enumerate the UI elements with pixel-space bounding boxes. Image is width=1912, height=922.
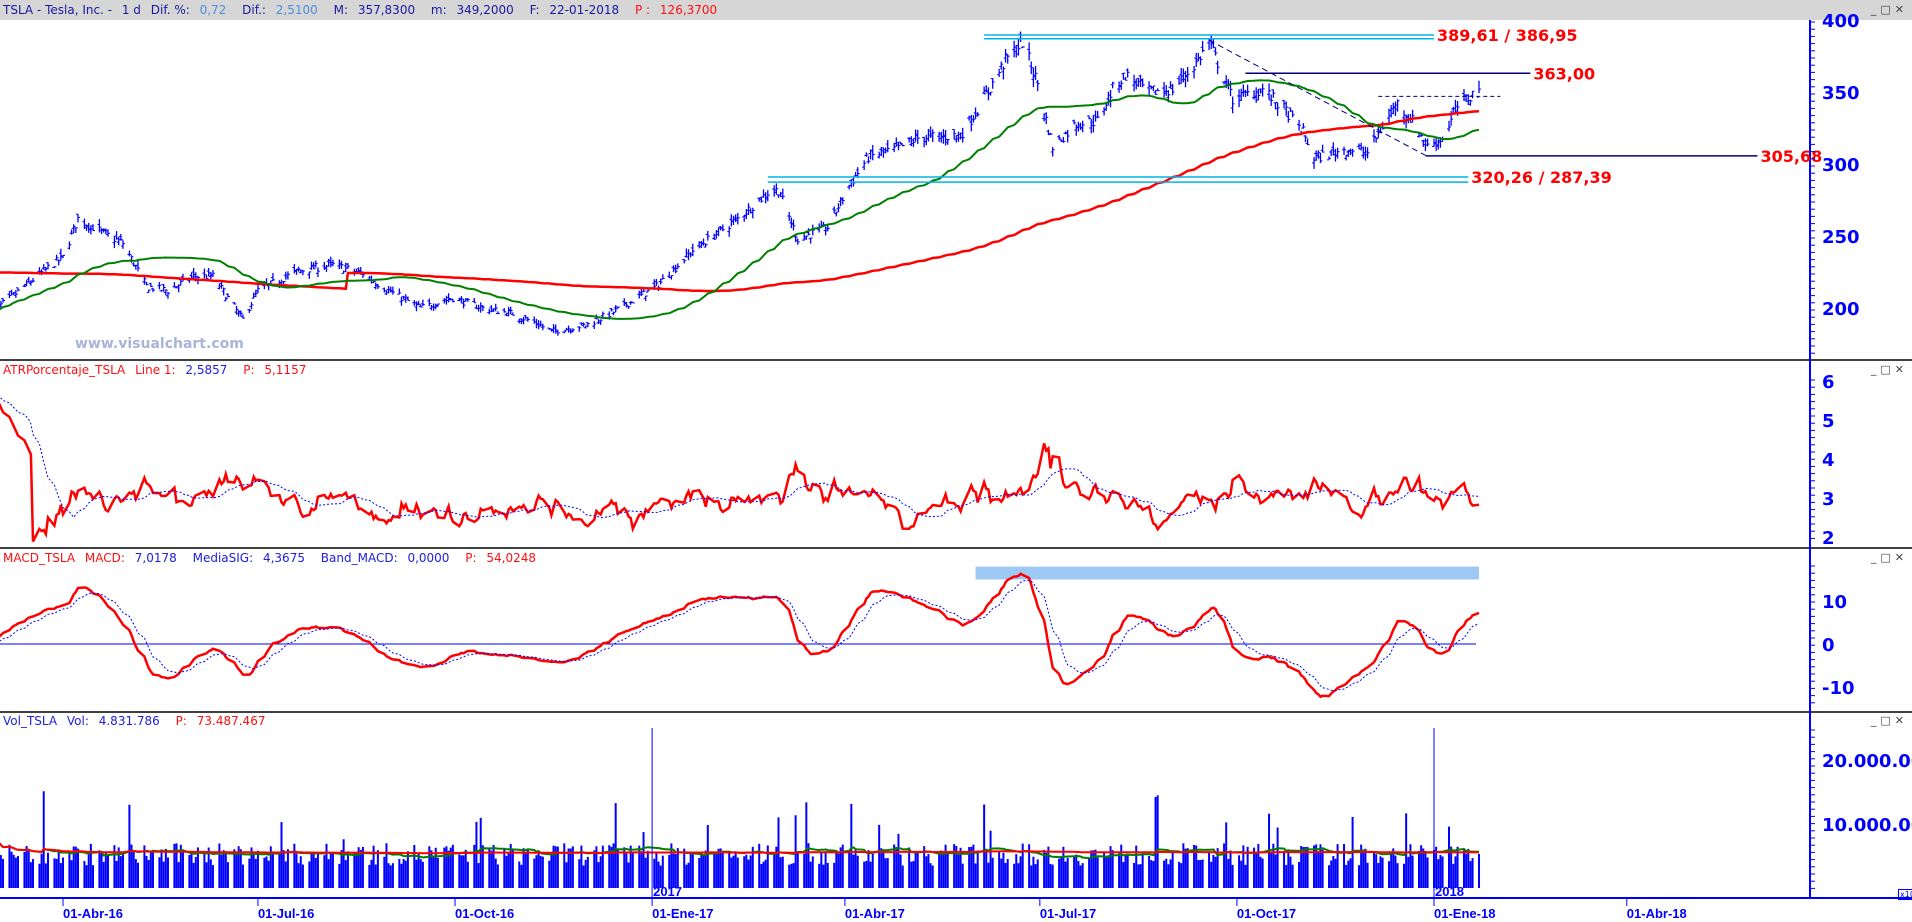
- price-tick-label: 200: [1822, 299, 1860, 320]
- price-tick-label: 400: [1822, 11, 1860, 32]
- sma-200-line: [0, 109, 1480, 293]
- volume-tick-label: 10.000.00: [1822, 815, 1912, 836]
- x-tick-label: 01-Ene-17: [652, 906, 713, 921]
- price-level-label: 389,61 / 386,95: [1437, 26, 1577, 45]
- year-label: 2017: [653, 884, 682, 899]
- atr-tick-label: 2: [1822, 528, 1835, 549]
- macd-tick-label: 0: [1822, 635, 1835, 656]
- volume-tick-label: 20.000.00: [1822, 751, 1912, 772]
- x-tick-label: 01-Ene-18: [1434, 906, 1495, 921]
- price-level-label: 305,68: [1760, 147, 1822, 166]
- price-level-label: 363,00: [1533, 64, 1595, 83]
- year-label: 2018: [1435, 884, 1464, 899]
- macd-tick-label: 10: [1822, 592, 1847, 613]
- price-level-label: 320,26 / 287,39: [1471, 168, 1611, 187]
- price-tick-label: 300: [1822, 155, 1860, 176]
- volume-bars: [0, 791, 1480, 888]
- macd-line: [0, 572, 1480, 699]
- x-tick-label: 01-Abr-17: [845, 906, 905, 921]
- volume-ma-slow: [0, 842, 1480, 855]
- atr-tick-label: 4: [1822, 450, 1835, 471]
- x-tick-label: 01-Oct-17: [1237, 906, 1296, 921]
- macd-tick-label: -10: [1822, 678, 1855, 699]
- x-tick-label: 01-Jul-17: [1040, 906, 1096, 921]
- price-tick-label: 350: [1822, 83, 1860, 104]
- stock-chart[interactable]: 389,61 / 386,95 363,00 305,68 320,26 / 287,…: [0, 0, 1912, 922]
- macd-band: [975, 566, 1479, 580]
- atr-tick-label: 5: [1822, 411, 1835, 432]
- atr-tick-label: 6: [1822, 372, 1835, 393]
- x-tick-label: 01-Jul-16: [258, 906, 314, 921]
- x-tick-label: 01-Abr-16: [63, 906, 123, 921]
- atr-line: [0, 402, 1480, 543]
- price-tick-label: 250: [1822, 227, 1860, 248]
- x-tick-label: 01-Abr-18: [1627, 906, 1687, 921]
- x-tick-label: 01-Oct-16: [455, 906, 514, 921]
- atr-tick-label: 3: [1822, 489, 1835, 510]
